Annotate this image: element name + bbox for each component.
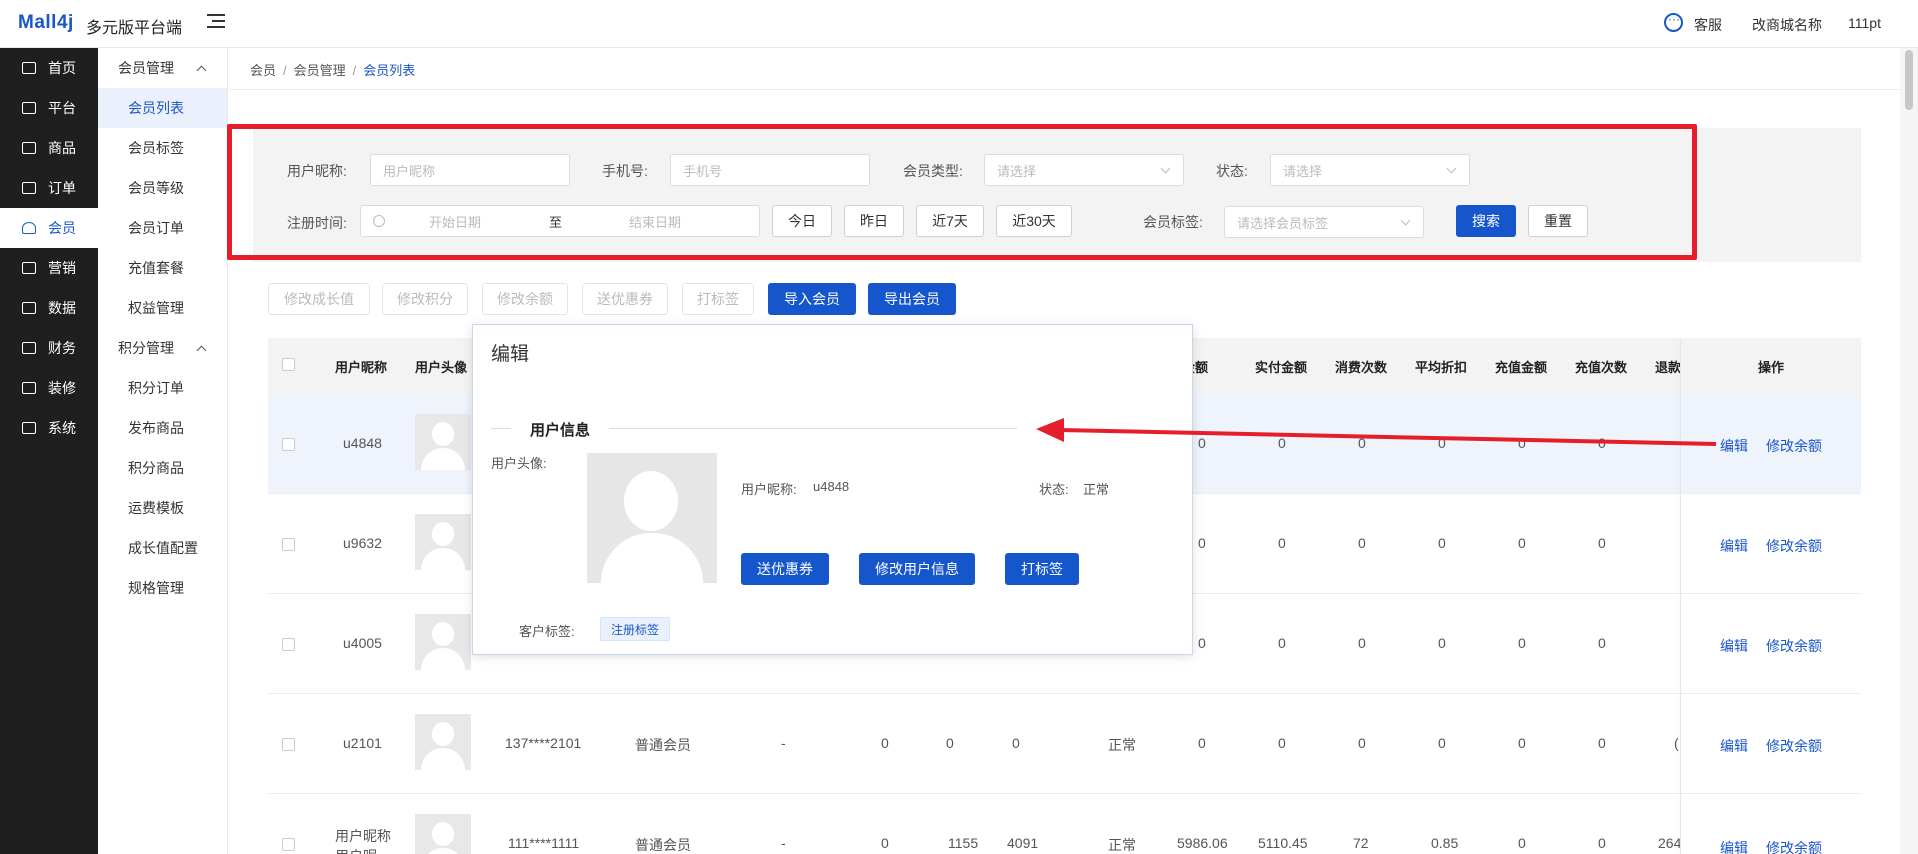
annotation-arrow-line <box>1059 428 1717 446</box>
annotation-arrow <box>1036 418 1717 446</box>
annotation-arrow-head <box>1036 418 1064 442</box>
